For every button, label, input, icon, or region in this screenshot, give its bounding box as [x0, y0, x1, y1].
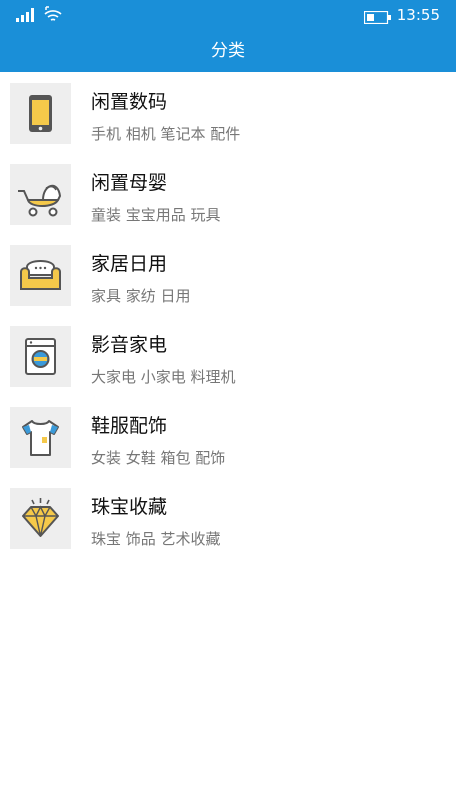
phone-icon — [10, 83, 71, 144]
category-subtitle: 家具 家纺 日用 — [91, 287, 191, 305]
category-jewelry[interactable]: 珠宝收藏 珠宝 饰品 艺术收藏 — [0, 485, 456, 566]
category-subtitle: 童装 宝宝用品 玩具 — [91, 206, 221, 224]
clock: 13:55 — [396, 6, 440, 24]
page-title: 分类 — [0, 30, 456, 72]
wifi-icon — [43, 3, 63, 27]
signal-icon — [16, 7, 36, 26]
category-home[interactable]: 家居日用 家具 家纺 日用 — [0, 242, 456, 323]
sofa-icon — [10, 245, 71, 306]
washing-machine-icon — [10, 326, 71, 387]
category-baby[interactable]: 闲置母婴 童装 宝宝用品 玩具 — [0, 161, 456, 242]
category-subtitle: 珠宝 饰品 艺术收藏 — [91, 530, 221, 548]
category-subtitle: 女装 女鞋 箱包 配饰 — [91, 449, 226, 467]
category-digital[interactable]: 闲置数码 手机 相机 笔记本 配件 — [0, 80, 456, 161]
category-title: 珠宝收藏 — [91, 496, 168, 518]
category-title: 家居日用 — [91, 253, 168, 275]
status-bar: 13:55 — [0, 0, 456, 30]
category-subtitle: 手机 相机 笔记本 配件 — [91, 125, 241, 143]
battery-icon — [363, 9, 392, 28]
diamond-icon — [10, 488, 71, 549]
category-appliance[interactable]: 影音家电 大家电 小家电 料理机 — [0, 323, 456, 404]
category-title: 闲置母婴 — [91, 172, 168, 194]
stroller-icon — [10, 164, 71, 225]
category-apparel[interactable]: 鞋服配饰 女装 女鞋 箱包 配饰 — [0, 404, 456, 485]
category-title: 影音家电 — [91, 334, 168, 356]
category-subtitle: 大家电 小家电 料理机 — [91, 368, 236, 386]
category-list: 闲置数码 手机 相机 笔记本 配件 闲置母婴 童装 宝宝用品 玩具 家居日用 家… — [0, 80, 456, 566]
category-title: 鞋服配饰 — [91, 415, 168, 437]
category-title: 闲置数码 — [91, 91, 168, 113]
shirt-icon — [10, 407, 71, 468]
